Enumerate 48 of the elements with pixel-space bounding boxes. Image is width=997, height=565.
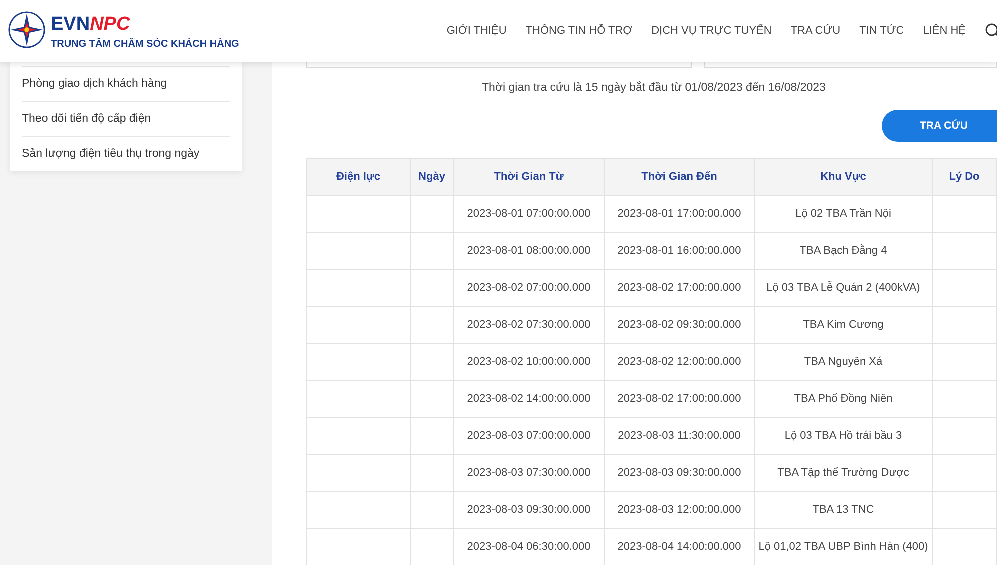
- table-cell: 2023-08-02 17:00:00.000: [604, 380, 754, 418]
- table-cell: 2023-08-02 09:30:00.000: [604, 306, 754, 344]
- column-header: Lý Do: [932, 158, 996, 196]
- table-cell: Lộ 03 TBA Lễ Quán 2 (400kVA): [754, 270, 932, 306]
- nav-link[interactable]: GIỚI THIỆU: [446, 25, 507, 37]
- logo-icon: [8, 10, 46, 48]
- column-header: Ngày: [410, 158, 454, 196]
- sidebar-item[interactable]: Phòng giao dịch khách hàng: [22, 66, 230, 101]
- table-cell: 2023-08-01 08:00:00.000: [454, 232, 604, 270]
- table-cell: TBA Kim Cương: [754, 306, 932, 344]
- nav-link[interactable]: LIÊN HỆ: [923, 25, 966, 37]
- table-cell: TBA Nguyên Xá: [754, 344, 932, 380]
- table-cell: 2023-08-02 14:00:00.000: [454, 380, 604, 418]
- nav-link[interactable]: DỊCH VỤ TRỰC TUYẾN: [652, 25, 772, 37]
- table-cell: TBA Tập thể Trường Dược: [754, 454, 932, 492]
- column-header: Thời Gian Đến: [604, 158, 754, 196]
- search-icon[interactable]: [985, 23, 997, 39]
- table-cell: 2023-08-01 07:00:00.000: [454, 196, 604, 232]
- table-cell: TBA Phố Đồng Niên: [754, 380, 932, 418]
- table-cell: 2023-08-02 10:00:00.000: [454, 344, 604, 380]
- column-header: Thời Gian Từ: [454, 158, 604, 196]
- sidebar-item[interactable]: Sản lượng điện tiêu thụ trong ngày: [22, 136, 230, 171]
- table-cell: 2023-08-02 12:00:00.000: [604, 344, 754, 380]
- nav-link[interactable]: THÔNG TIN HỖ TRỢ: [526, 25, 633, 37]
- search-button[interactable]: TRA CỨU: [882, 110, 997, 142]
- table-cell: 2023-08-03 07:00:00.000: [454, 418, 604, 454]
- nav-link[interactable]: TRA CỨU: [790, 25, 841, 37]
- search-period-note: Thời gian tra cứu là 15 ngày bắt đầu từ 01/08/2023 đến 16/08/2023: [481, 82, 827, 94]
- table-cell: 2023-08-03 09:30:00.000: [454, 492, 604, 528]
- table-cell: Lộ 03 TBA Hồ trái bầu 3: [754, 418, 932, 454]
- table-cell: 2023-08-02 17:00:00.000: [604, 270, 754, 306]
- table-cell: 2023-08-02 07:30:00.000: [454, 306, 604, 344]
- table-cell: 2023-08-03 09:30:00.000: [604, 454, 754, 492]
- column-header: Điện lực: [306, 158, 410, 196]
- table-cell: 2023-08-01 16:00:00.000: [604, 232, 754, 270]
- table-cell: TBA 13 TNC: [754, 492, 932, 528]
- table-cell: 2023-08-01 17:00:00.000: [604, 196, 754, 232]
- brand-subtitle: TRUNG TÂM CHĂM SÓC KHÁCH HÀNG: [51, 38, 240, 50]
- table-cell: 2023-08-03 12:00:00.000: [604, 492, 754, 528]
- table-cell: 2023-08-03 07:30:00.000: [454, 454, 604, 492]
- nav-link[interactable]: TIN TỨC: [860, 25, 904, 37]
- sidebar-item[interactable]: Theo dõi tiến độ cấp điện: [22, 101, 230, 136]
- table-cell: TBA Bạch Đằng 4: [754, 232, 932, 270]
- table-cell: Lộ 02 TBA Trần Nội: [754, 196, 932, 232]
- table-cell: 2023-08-02 07:00:00.000: [454, 270, 604, 306]
- column-header: Khu Vực: [754, 158, 932, 196]
- table-cell: 2023-08-03 11:30:00.000: [604, 418, 754, 454]
- brand-name: EVNNPC: [51, 14, 132, 34]
